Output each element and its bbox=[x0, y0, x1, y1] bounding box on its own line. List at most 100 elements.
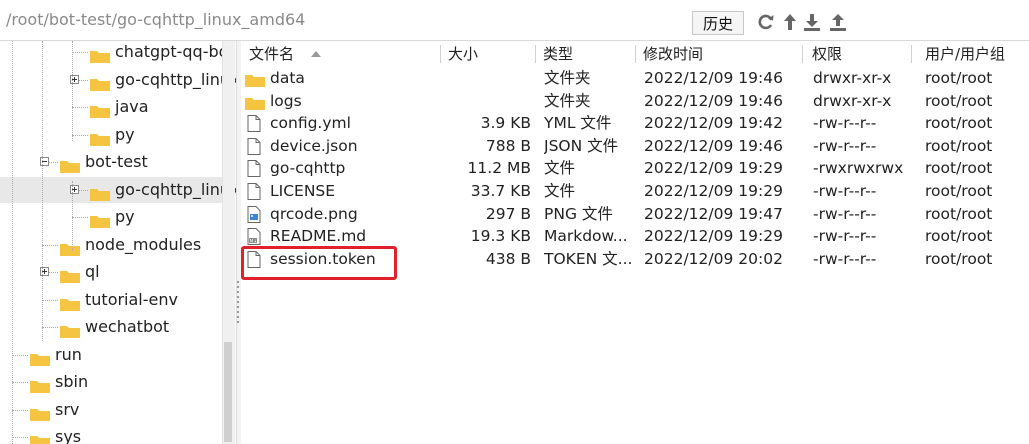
file-size: 3.9 KB bbox=[480, 114, 531, 133]
file-type: PNG 文件 bbox=[544, 204, 613, 223]
tree-item-label: run bbox=[55, 344, 82, 364]
path-input[interactable]: /root/bot-test/go-cqhttp_linux_amd64 bbox=[6, 9, 686, 31]
folder-icon bbox=[245, 71, 265, 88]
column-header-name[interactable]: 文件名 bbox=[249, 41, 294, 67]
tree-item[interactable]: tutorial-env bbox=[0, 287, 222, 313]
file-row[interactable]: config.yml 3.9 KB YML 文件 2022/12/09 19:42 -r… bbox=[241, 112, 1029, 135]
file-owner: root/root bbox=[925, 182, 993, 200]
tree-item[interactable]: node_modules bbox=[0, 232, 222, 258]
file-permissions: -rw-r--r-- bbox=[813, 204, 877, 223]
tree-item[interactable]: go-cqhttp_linux_amd64 bbox=[0, 67, 236, 93]
file-permissions: -rw-r--r-- bbox=[813, 136, 877, 155]
tree-item[interactable]: run bbox=[0, 342, 222, 368]
file-name: config.yml bbox=[270, 114, 351, 133]
tree-item[interactable]: go-cqhttp_linux_amd64 bbox=[0, 176, 236, 203]
tree-connector bbox=[12, 437, 28, 438]
file-row[interactable]: qrcode.png 297 B PNG 文件 2022/12/09 19:47 -rw… bbox=[241, 203, 1029, 226]
folder-icon bbox=[90, 45, 110, 63]
tree-guide-line bbox=[42, 41, 43, 341]
file-modified: 2022/12/09 19:29 bbox=[644, 227, 783, 246]
file-row[interactable]: LICENSE 33.7 KB 文件 2022/12/09 19:29 -rw-r--r… bbox=[241, 180, 1029, 203]
tree-item[interactable]: chatgpt-qq-bot bbox=[0, 41, 235, 65]
upload-icon[interactable] bbox=[828, 12, 848, 32]
directory-tree: chatgpt-qq-botgo-cqhttp_linux_amd64javap… bbox=[0, 41, 236, 444]
folder-icon bbox=[90, 100, 110, 118]
tree-item-label: node_modules bbox=[85, 234, 202, 254]
tree-item-label: chatgpt-qq-bot bbox=[115, 42, 235, 61]
tree-connector bbox=[72, 217, 88, 218]
tree-item[interactable]: sys bbox=[0, 424, 222, 444]
column-separator[interactable] bbox=[635, 45, 636, 63]
folder-icon bbox=[60, 320, 80, 338]
tree-guide-line bbox=[12, 41, 13, 444]
file-modified: 2022/12/09 19:29 bbox=[644, 159, 783, 178]
file-owner: root/root bbox=[925, 227, 993, 246]
tree-item[interactable]: wechatbot bbox=[0, 314, 222, 340]
tree-item-label: bot-test bbox=[85, 152, 148, 171]
file-owner: root/root bbox=[925, 249, 993, 268]
column-header-size[interactable]: 大小 bbox=[448, 41, 478, 67]
file-row[interactable]: data 文件夹 2022/12/09 19:46 drwxr-xr-x root/ro… bbox=[241, 67, 1029, 90]
column-separator[interactable] bbox=[911, 45, 912, 63]
file-modified: 2022/12/09 19:29 bbox=[644, 182, 783, 200]
column-header-owner[interactable]: 用户/用户组 bbox=[925, 41, 1005, 67]
folder-icon bbox=[30, 375, 50, 393]
tree-connector bbox=[12, 382, 28, 383]
file-size: 297 B bbox=[485, 204, 531, 223]
file-modified: 2022/12/09 19:46 bbox=[644, 136, 783, 155]
folder-icon bbox=[60, 293, 80, 311]
file-owner: root/root bbox=[925, 69, 993, 87]
column-header-type[interactable]: 类型 bbox=[543, 41, 573, 67]
divider-grip bbox=[237, 296, 239, 298]
file-modified: 2022/12/09 20:02 bbox=[644, 249, 783, 268]
divider-grip bbox=[237, 291, 239, 293]
file-name: device.json bbox=[270, 136, 358, 155]
file-row[interactable]: device.json 788 B JSON 文件 2022/12/09 19:46 -… bbox=[241, 135, 1029, 158]
column-header-modified[interactable]: 修改时间 bbox=[643, 41, 703, 67]
divider-grip bbox=[237, 316, 239, 318]
refresh-icon[interactable] bbox=[756, 12, 776, 32]
divider-grip bbox=[237, 306, 239, 308]
file-permissions: -rw-r--r-- bbox=[813, 114, 877, 133]
divider-grip bbox=[237, 281, 239, 283]
tree-item[interactable]: srv bbox=[0, 397, 222, 423]
column-header-permissions[interactable]: 权限 bbox=[812, 41, 842, 67]
history-button[interactable]: 历史 bbox=[692, 11, 744, 35]
file-name: LICENSE bbox=[270, 182, 336, 200]
file-type: 文件 bbox=[544, 182, 576, 200]
file-permissions: -rw-r--r-- bbox=[813, 227, 877, 246]
file-size: 11.2 MB bbox=[467, 159, 531, 178]
tree-item[interactable]: py bbox=[0, 122, 222, 148]
file-owner: root/root bbox=[925, 114, 993, 133]
tree-connector bbox=[42, 327, 58, 328]
file-type: TOKEN 文... bbox=[544, 249, 633, 268]
tree-item[interactable]: bot-test bbox=[0, 149, 222, 175]
file-row[interactable]: go-cqhttp 11.2 MB 文件 2022/12/09 19:29 -rwxrw… bbox=[241, 157, 1029, 180]
file-owner: root/root bbox=[925, 136, 993, 155]
file-name: qrcode.png bbox=[270, 204, 358, 223]
file-list: 文件名 大小 类型 修改时间 权限 用户/用户组 data 文件夹 2022/12/… bbox=[241, 41, 1029, 444]
file-modified: 2022/12/09 19:46 bbox=[644, 69, 783, 87]
tree-connector bbox=[72, 107, 88, 108]
column-separator[interactable] bbox=[440, 45, 441, 63]
download-icon[interactable] bbox=[802, 12, 822, 32]
file-row[interactable]: logs 文件夹 2022/12/09 19:46 drwxr-xr-x root/ro… bbox=[241, 90, 1029, 113]
annotation-highlight-box bbox=[241, 246, 397, 280]
tree-connector bbox=[42, 244, 58, 246]
column-separator[interactable] bbox=[802, 45, 803, 63]
column-separator[interactable] bbox=[535, 45, 536, 63]
divider-grip bbox=[237, 311, 239, 313]
tree-item[interactable]: sbin bbox=[0, 369, 222, 395]
tree-item-label: java bbox=[115, 97, 149, 116]
tree-item[interactable]: ql bbox=[0, 259, 222, 285]
file-type: 文件夹 bbox=[544, 91, 591, 110]
file-row[interactable]: M↓ README.md 19.3 KB Markdow... 2022/12/09 1… bbox=[241, 225, 1029, 248]
tree-connector bbox=[12, 354, 28, 356]
up-directory-icon[interactable] bbox=[780, 12, 800, 32]
tree-item-label: go-cqhttp_linux_amd64 bbox=[115, 179, 236, 199]
sort-ascending-icon bbox=[311, 51, 321, 57]
tree-item[interactable]: py bbox=[0, 204, 222, 230]
tree-item[interactable]: java bbox=[0, 94, 222, 120]
folder-icon bbox=[30, 348, 50, 366]
tree-scrollbar-thumb[interactable] bbox=[224, 342, 232, 442]
